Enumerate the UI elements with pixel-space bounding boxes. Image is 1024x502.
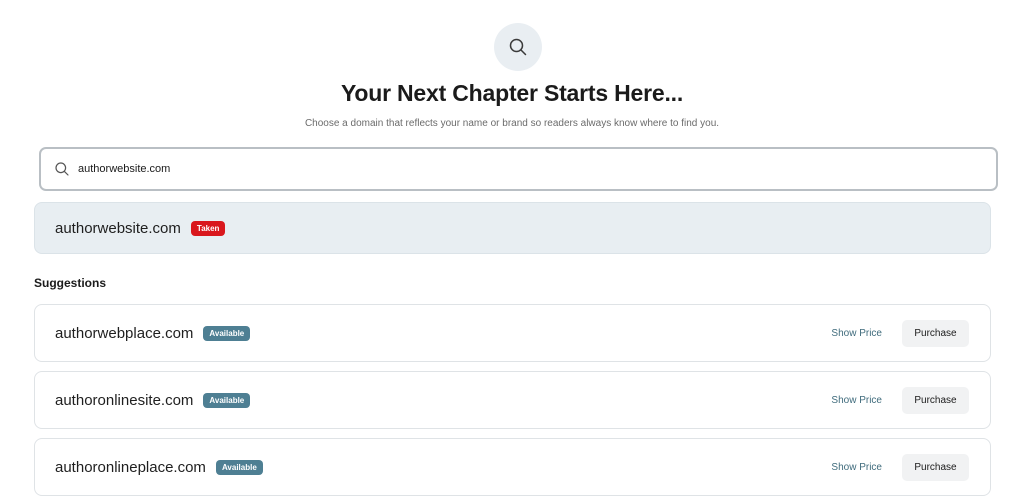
purchase-button[interactable]: Purchase	[902, 319, 969, 347]
domain-search-box[interactable]	[39, 147, 998, 191]
suggestions-heading: Suggestions	[34, 276, 107, 290]
show-price-link[interactable]: Show Price	[831, 328, 882, 339]
search-result: authorwebsite.com Taken	[34, 202, 991, 254]
search-icon	[494, 23, 542, 71]
suggestion-item: authoronlineplace.com Available Show Pri…	[34, 438, 991, 496]
suggestion-item: authorwebplace.com Available Show Price …	[34, 304, 991, 362]
show-price-link[interactable]: Show Price	[831, 395, 882, 406]
purchase-button[interactable]: Purchase	[902, 386, 969, 414]
search-icon	[54, 161, 70, 177]
status-badge-available: Available	[203, 392, 251, 408]
page-subtitle: Choose a domain that reflects your name …	[304, 118, 720, 129]
page-title: Your Next Chapter Starts Here...	[340, 80, 684, 106]
show-price-link[interactable]: Show Price	[831, 462, 882, 473]
suggestion-domain: authoronlinesite.com	[55, 391, 194, 409]
domain-search-input[interactable]	[78, 154, 996, 184]
suggestion-domain: authorwebplace.com	[55, 324, 194, 342]
purchase-button[interactable]: Purchase	[902, 453, 969, 481]
suggestion-item: authoronlinesite.com Available Show Pric…	[34, 371, 991, 429]
status-badge-available: Available	[203, 325, 251, 341]
status-badge-taken: Taken	[190, 220, 226, 236]
suggestion-domain: authoronlineplace.com	[55, 458, 206, 476]
result-domain: authorwebsite.com	[55, 219, 181, 237]
status-badge-available: Available	[215, 459, 263, 475]
domain-search-page: Your Next Chapter Starts Here... Choose …	[0, 0, 1024, 502]
